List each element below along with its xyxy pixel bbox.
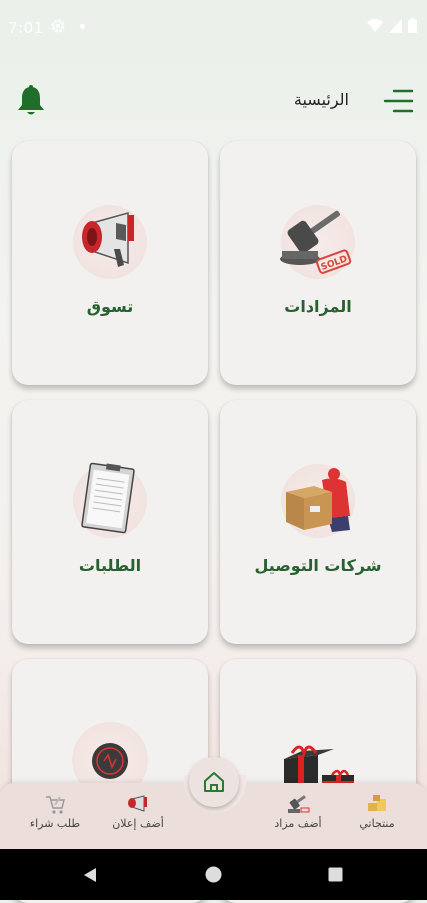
card-label: شركات التوصيل: [254, 556, 382, 575]
auctions-card[interactable]: SOLD المزادات: [220, 141, 416, 385]
delivery-box-icon: [286, 468, 350, 532]
recents-icon[interactable]: [328, 867, 343, 882]
back-icon[interactable]: [83, 867, 97, 883]
system-navigation-bar: [0, 849, 427, 900]
delivery-companies-card[interactable]: شركات التوصيل: [220, 400, 416, 644]
shopping-card[interactable]: تسوق: [12, 141, 208, 385]
nav-label: طلب شراء: [29, 817, 81, 830]
home-button[interactable]: [189, 757, 239, 807]
nav-purchase-request[interactable]: طلب شراء: [15, 791, 95, 841]
gavel-icon: SOLD: [280, 210, 352, 274]
purchase-request-icon: [46, 796, 65, 814]
nav-label: منتجاتي: [359, 817, 395, 830]
card-label: الطلبات: [78, 556, 142, 575]
megaphone-icon: [82, 212, 134, 267]
nav-add-ad[interactable]: أضف إعلان: [98, 791, 178, 841]
nav-my-products[interactable]: منتجاتي: [337, 791, 417, 841]
home-icon: [204, 772, 224, 792]
card-label: المزادات: [284, 297, 352, 316]
add-auction-icon: [288, 795, 310, 813]
home-nav-icon[interactable]: [205, 866, 222, 883]
nav-label: أضف إعلان: [112, 817, 164, 830]
products-icon: [368, 795, 386, 811]
clipboard-icon: [81, 462, 135, 534]
orders-card[interactable]: الطلبات: [12, 400, 208, 644]
nav-label: أضف مزاد: [274, 817, 322, 830]
nav-add-auction[interactable]: أضف مزاد: [258, 791, 338, 841]
add-ad-icon: [128, 795, 147, 812]
round-badge-icon: [92, 743, 128, 779]
card-label: تسوق: [86, 297, 134, 316]
